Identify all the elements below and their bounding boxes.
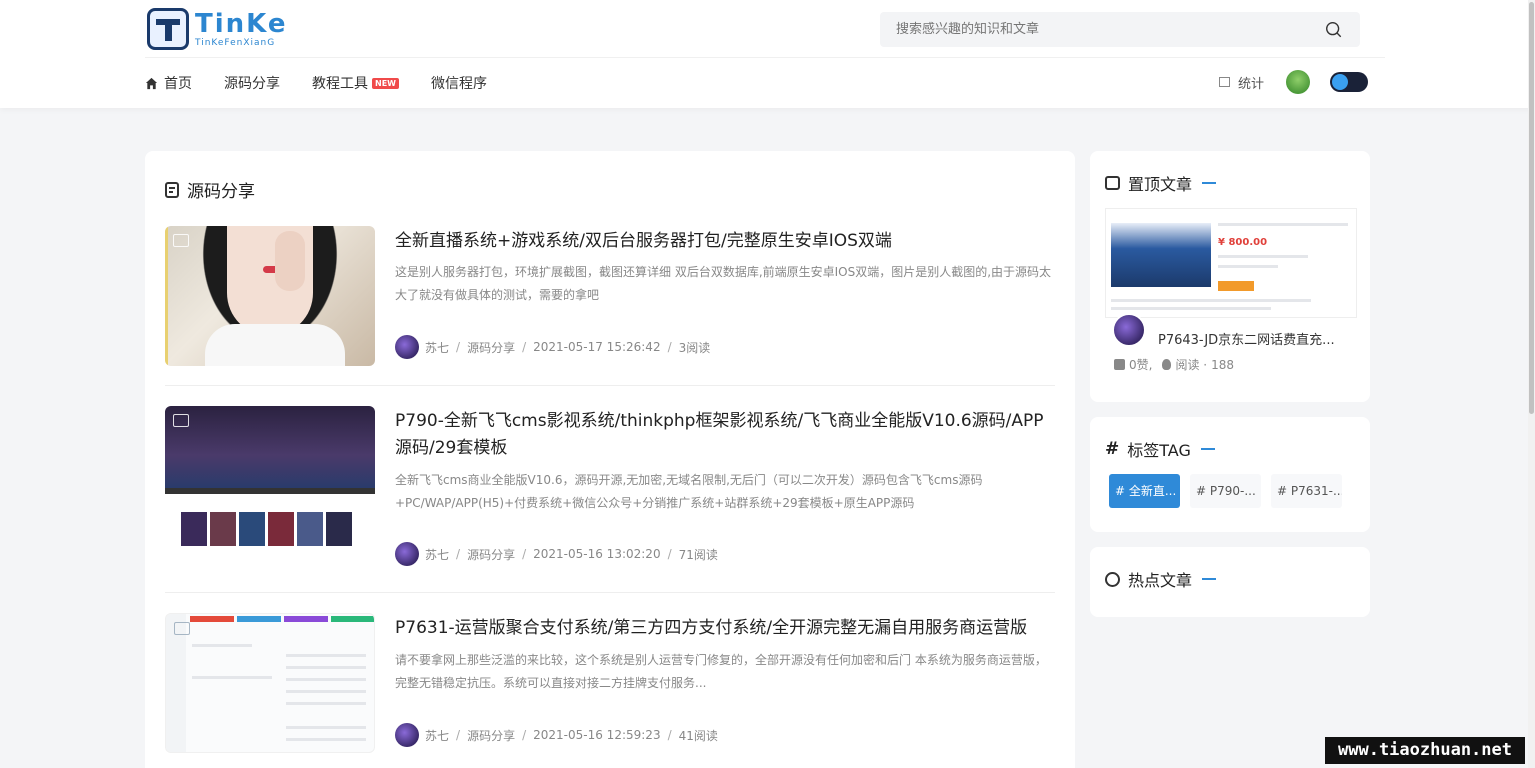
post-meta: 苏七 / 源码分享 / 2021-05-17 15:26:42 / 3阅读 xyxy=(395,335,710,359)
post-divider xyxy=(165,592,1055,593)
widget-title-text: 标签TAG xyxy=(1127,441,1191,460)
widget-tags: # 标签TAG # 全新直... # P790-... # P7631-... xyxy=(1090,417,1370,532)
post-title[interactable]: P790-全新飞飞cms影视系统/thinkphp框架影视系统/飞飞商业全能版V… xyxy=(395,408,1060,462)
post-views: 3阅读 xyxy=(678,340,711,355)
nav-label: 首页 xyxy=(164,76,192,92)
post-thumbnail[interactable] xyxy=(165,613,375,753)
nav-label: 教程工具 xyxy=(312,76,368,92)
new-badge: NEW xyxy=(372,77,399,89)
image-icon xyxy=(173,414,189,427)
search-icon[interactable] xyxy=(1325,21,1342,38)
post-views: 41阅读 xyxy=(678,728,718,743)
section-title: 源码分享 xyxy=(165,177,255,202)
post-title[interactable]: 全新直播系统+游戏系统/双后台服务器打包/完整原生安卓IOS双端 xyxy=(395,228,1060,255)
nav-item-home[interactable]: 首页 xyxy=(145,73,192,93)
post-divider xyxy=(165,385,1055,386)
page-scrollbar[interactable] xyxy=(1528,0,1535,768)
document-icon xyxy=(165,181,179,198)
widget-title-text: 热点文章 xyxy=(1128,571,1193,590)
widget-title: 热点文章 xyxy=(1105,567,1217,591)
post-thumbnail[interactable] xyxy=(165,226,375,366)
post-item: P7631-运营版聚合支付系统/第三方四方支付系统/全开源完整无漏自用服务商运营… xyxy=(165,613,1055,753)
top-post-views: 188 xyxy=(1211,357,1234,372)
post-category[interactable]: 源码分享 xyxy=(467,339,515,356)
post-date: 2021-05-16 13:02:20 xyxy=(533,547,661,561)
fire-icon xyxy=(1162,359,1172,370)
post-author[interactable]: 苏七 xyxy=(425,727,449,744)
nav-item-tools[interactable]: 教程工具 NEW xyxy=(312,73,399,93)
post-category[interactable]: 源码分享 xyxy=(467,546,515,563)
section-title-text: 源码分享 xyxy=(187,182,255,202)
author-avatar[interactable] xyxy=(395,723,419,747)
post-title[interactable]: P7631-运营版聚合支付系统/第三方四方支付系统/全开源完整无漏自用服务商运营… xyxy=(395,615,1060,642)
post-category[interactable]: 源码分享 xyxy=(467,727,515,744)
tag-item[interactable]: # P790-... xyxy=(1190,474,1261,508)
top-post-likes: 0赞, xyxy=(1129,358,1153,372)
author-avatar[interactable] xyxy=(395,335,419,359)
nav-item-source[interactable]: 源码分享 xyxy=(224,73,280,93)
header-divider xyxy=(145,57,1385,58)
post-item: P790-全新飞飞cms影视系统/thinkphp框架影视系统/飞飞商业全能版V… xyxy=(165,406,1055,566)
widget-title-text: 置顶文章 xyxy=(1128,175,1193,194)
author-avatar[interactable] xyxy=(395,542,419,566)
tag-item[interactable]: # P7631-... xyxy=(1271,474,1342,508)
post-excerpt: 请不要拿网上那些泛滥的来比较，这个系统是别人运营专门修复的，全部开源没有任何加密… xyxy=(395,653,1047,690)
post-excerpt: 这是别人服务器打包，环境扩展截图，截图还算详细 双后台双数据库,前端原生安卓IO… xyxy=(395,265,1052,302)
post-list-card: 源码分享 全新直播系统+游戏系统/双后台服务器打包/完整原生安卓IOS双端 这是… xyxy=(145,151,1075,768)
widget-title: 置顶文章 xyxy=(1105,171,1217,195)
top-post-price: ¥ 800.00 xyxy=(1218,237,1268,248)
post-excerpt: 全新飞飞cms商业全能版V10.6，源码开源,无加密,无域名限制,无后门（可以二… xyxy=(395,473,983,510)
post-item: 全新直播系统+游戏系统/双后台服务器打包/完整原生安卓IOS双端 这是别人服务器… xyxy=(165,226,1055,366)
like-icon xyxy=(1114,359,1125,370)
top-post-stats: 0赞, 阅读 · 188 xyxy=(1114,356,1234,373)
watermark: www.tiaozhuan.net xyxy=(1325,737,1525,764)
main-nav: 首页 源码分享 教程工具 NEW 微信程序 xyxy=(145,72,519,94)
stats-label: 统计 xyxy=(1238,76,1265,92)
nav-item-wechat[interactable]: 微信程序 xyxy=(431,73,487,93)
user-avatar[interactable] xyxy=(1286,70,1311,94)
top-post-views-label: 阅读 · xyxy=(1175,358,1208,372)
top-post-author-avatar[interactable] xyxy=(1112,313,1146,347)
widget-hot-posts: 热点文章 xyxy=(1090,547,1370,617)
site-header: TinKe TinKeFenXianG 首页 源码分享 教程工具 NEW 微信程… xyxy=(0,0,1535,108)
chart-icon xyxy=(1105,176,1120,190)
logo-subtitle: TinKeFenXianG xyxy=(195,37,276,48)
search-box xyxy=(880,12,1360,47)
post-author[interactable]: 苏七 xyxy=(425,339,449,356)
scrollbar-thumb[interactable] xyxy=(1529,2,1534,414)
post-views: 71阅读 xyxy=(678,547,718,562)
image-icon xyxy=(173,234,189,247)
stats-icon xyxy=(1219,77,1230,87)
tag-item[interactable]: # 全新直... xyxy=(1109,474,1180,508)
site-logo[interactable]: TinKe TinKeFenXianG xyxy=(147,8,287,50)
chat-icon xyxy=(1105,571,1120,587)
widget-top-posts: 置顶文章 ¥ 800.00 P7643-JD京东二网话费直充... 0赞, 阅读… xyxy=(1090,151,1370,402)
post-thumbnail[interactable] xyxy=(165,406,375,546)
post-date: 2021-05-17 15:26:42 xyxy=(533,340,661,354)
theme-toggle[interactable] xyxy=(1330,72,1369,92)
search-input[interactable] xyxy=(880,12,1300,47)
post-meta: 苏七 / 源码分享 / 2021-05-16 13:02:20 / 71阅读 xyxy=(395,542,718,566)
nav-label: 微信程序 xyxy=(430,76,487,92)
top-post-title[interactable]: P7643-JD京东二网话费直充... xyxy=(1158,329,1343,348)
tag-list: # 全新直... # P790-... # P7631-... xyxy=(1109,474,1352,508)
hash-icon: # xyxy=(1105,439,1120,459)
header-actions: 统计 xyxy=(1219,70,1369,94)
post-author[interactable]: 苏七 xyxy=(425,546,449,563)
widget-title: # 标签TAG xyxy=(1105,437,1215,461)
top-post-thumbnail[interactable]: ¥ 800.00 xyxy=(1105,208,1357,318)
logo-title: TinKe xyxy=(195,8,288,39)
nav-label: 源码分享 xyxy=(224,76,280,92)
post-date: 2021-05-16 12:59:23 xyxy=(533,728,661,742)
post-meta: 苏七 / 源码分享 / 2021-05-16 12:59:23 / 41阅读 xyxy=(395,723,718,747)
stats-link[interactable]: 统计 xyxy=(1219,73,1264,92)
logo-icon xyxy=(147,8,189,50)
image-icon xyxy=(174,622,190,635)
home-icon xyxy=(145,77,158,89)
